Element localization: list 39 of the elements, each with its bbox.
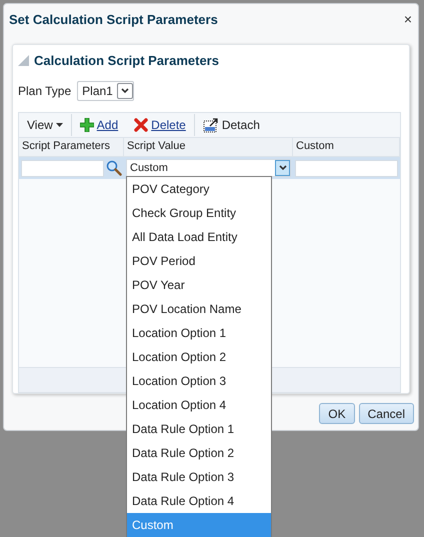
menu-button[interactable]: View bbox=[19, 114, 71, 136]
dropdown-option[interactable]: Location Option 2 bbox=[127, 345, 271, 369]
dropdown-option[interactable]: Location Option 4 bbox=[127, 393, 271, 417]
search-icon[interactable] bbox=[106, 160, 122, 176]
column-header: Script Parameters bbox=[19, 138, 124, 156]
cross-icon bbox=[134, 118, 148, 132]
column-header: Custom bbox=[293, 138, 400, 156]
plus-icon bbox=[80, 118, 94, 132]
dropdown-option[interactable]: Check Group Entity bbox=[127, 201, 271, 225]
dialog-button[interactable]: Cancel bbox=[358, 403, 414, 424]
table-row[interactable]: Custom bbox=[19, 157, 400, 179]
dropdown-option[interactable]: POV Period bbox=[127, 249, 271, 273]
close-button[interactable]: × bbox=[404, 11, 412, 27]
dropdown-option[interactable]: POV Location Name bbox=[127, 297, 271, 321]
dialog-title: Set Calculation Script Parameters bbox=[9, 12, 218, 26]
detach-icon bbox=[202, 118, 219, 132]
chevron-icon bbox=[120, 88, 129, 94]
add-button[interactable]: Add bbox=[72, 114, 126, 136]
input-field[interactable] bbox=[295, 160, 398, 176]
dropdown-option[interactable]: Data Rule Option 4 bbox=[127, 489, 271, 513]
dropdown-option[interactable]: All Data Load Entity bbox=[127, 225, 271, 249]
dialog-button[interactable]: OK bbox=[319, 403, 355, 424]
dropdown-option[interactable]: POV Category bbox=[127, 177, 271, 201]
delete-button[interactable]: Delete bbox=[126, 114, 194, 136]
dropdown-option[interactable]: Data Rule Option 3 bbox=[127, 465, 271, 489]
dropdown-option[interactable]: Data Rule Option 2 bbox=[127, 441, 271, 465]
caret-icon bbox=[56, 123, 63, 127]
collapse-icon[interactable] bbox=[18, 54, 29, 66]
detach-button[interactable]: Detach bbox=[194, 114, 268, 136]
column-header: Script Value bbox=[124, 138, 293, 156]
chevron-icon bbox=[278, 165, 286, 171]
input-field[interactable] bbox=[21, 160, 104, 176]
dropdown-option[interactable]: Data Rule Option 1 bbox=[127, 417, 271, 441]
dropdown-option[interactable]: POV Year bbox=[127, 273, 271, 297]
dropdown-option[interactable]: Location Option 1 bbox=[127, 321, 271, 345]
panel-title: Calculation Script Parameters bbox=[34, 52, 219, 68]
plan-type-select[interactable]: Plan1 bbox=[77, 81, 134, 101]
script-value-select[interactable]: Custom bbox=[126, 159, 291, 177]
plan-type-label: Plan Type bbox=[18, 84, 72, 98]
